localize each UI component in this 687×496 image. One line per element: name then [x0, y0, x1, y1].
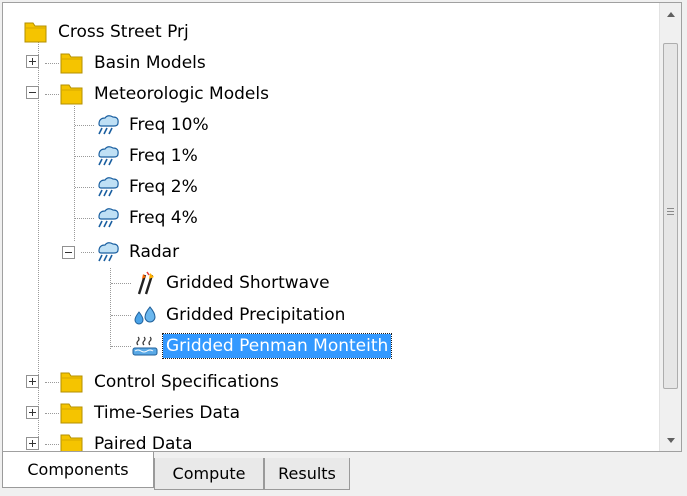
tab-results[interactable]: Results [264, 458, 350, 490]
tree-node-label: Gridded Precipitation [166, 305, 346, 325]
shortwave-radiation-icon [130, 270, 160, 296]
expand-toggle-basin-models[interactable] [26, 55, 39, 68]
hms-explorer-window: Cross Street Prj Basin Models Meteorolog… [0, 0, 687, 496]
tree-node-paired-data[interactable]: Paired Data [58, 429, 196, 452]
tree-connector [75, 125, 94, 126]
tree-connector [74, 106, 75, 241]
watershed-explorer-panel: Cross Street Prj Basin Models Meteorolog… [2, 2, 682, 452]
tree-node-gridded-shortwave[interactable]: Gridded Shortwave [130, 268, 333, 298]
project-tree: Cross Street Prj Basin Models Meteorolog… [3, 3, 660, 451]
tree-connector [111, 346, 131, 347]
tree-node-time-series-data[interactable]: Time-Series Data [58, 398, 243, 428]
meteorologic-model-icon [93, 239, 123, 265]
tab-components[interactable]: Components [2, 452, 154, 488]
tree-connector [111, 315, 131, 316]
tree-connector [111, 283, 131, 284]
tree-node-freq-4[interactable]: Freq 4% [93, 203, 201, 233]
arrow-up-icon [666, 11, 675, 17]
tree-node-freq-2[interactable]: Freq 2% [93, 172, 201, 202]
folder-icon [58, 400, 88, 426]
tree-connector [45, 413, 59, 414]
meteorologic-model-icon [93, 174, 123, 200]
folder-icon [58, 81, 88, 107]
tree-node-cross-street-prj[interactable]: Cross Street Prj [22, 17, 192, 47]
collapse-toggle-radar[interactable] [62, 246, 75, 259]
tree-connector [45, 382, 59, 383]
tree-node-label: Control Specifications [94, 372, 279, 392]
meteorologic-model-icon [93, 143, 123, 169]
scroll-down-button[interactable] [660, 429, 681, 451]
tree-node-radar[interactable]: Radar [93, 237, 182, 267]
expand-toggle-paired-data[interactable] [26, 437, 39, 450]
expand-toggle-control-specifications[interactable] [26, 375, 39, 388]
tree-node-control-specifications[interactable]: Control Specifications [58, 367, 282, 397]
tree-node-label: Basin Models [94, 53, 206, 73]
tree-connector [45, 94, 59, 95]
tree-node-label: Radar [129, 242, 180, 262]
tree-node-meteorologic-models[interactable]: Meteorologic Models [58, 79, 272, 109]
tree-connector [75, 187, 94, 188]
tree-node-gridded-precipitation[interactable]: Gridded Precipitation [130, 300, 348, 330]
tab-label: Results [278, 464, 336, 483]
scrollbar-thumb[interactable] [663, 43, 678, 389]
tree-connector [45, 63, 59, 64]
tree-node-label: Gridded Shortwave [166, 273, 330, 293]
tree-node-label: Gridded Penman Monteith [161, 333, 393, 359]
folder-icon [58, 431, 88, 451]
tree-node-label: Paired Data [94, 434, 193, 452]
collapse-toggle-meteorologic-models[interactable] [26, 86, 39, 99]
folder-icon [58, 369, 88, 395]
scroll-up-button[interactable] [660, 3, 681, 25]
tree-node-label: Freq 2% [129, 177, 198, 197]
tree-node-label: Cross Street Prj [58, 22, 189, 42]
evapotranspiration-icon [130, 333, 160, 359]
tree-node-label: Meteorologic Models [94, 84, 269, 104]
tab-compute[interactable]: Compute [154, 458, 264, 490]
precipitation-icon [130, 302, 160, 328]
tree-connector [75, 218, 94, 219]
tree-node-label: Freq 4% [129, 208, 198, 228]
folder-icon [22, 19, 52, 45]
meteorologic-model-icon [93, 112, 123, 138]
expand-toggle-time-series-data[interactable] [26, 406, 39, 419]
vertical-scrollbar[interactable] [659, 3, 681, 451]
folder-icon [58, 50, 88, 76]
tab-label: Compute [172, 464, 246, 483]
tree-node-basin-models[interactable]: Basin Models [58, 48, 209, 78]
tree-node-label: Freq 1% [129, 146, 198, 166]
tree-connector [75, 156, 94, 157]
tree-connector [45, 444, 59, 445]
tree-connector [110, 268, 111, 349]
arrow-down-icon [666, 437, 675, 443]
tree-node-freq-10[interactable]: Freq 10% [93, 110, 212, 140]
tree-node-label: Freq 10% [129, 115, 209, 135]
meteorologic-model-icon [93, 205, 123, 231]
tree-node-gridded-penman-monteith[interactable]: Gridded Penman Monteith [130, 331, 393, 361]
tree-node-label: Time-Series Data [94, 403, 241, 423]
tree-node-freq-1[interactable]: Freq 1% [93, 141, 201, 171]
tab-label: Components [27, 460, 129, 479]
grip-icon [667, 208, 674, 215]
